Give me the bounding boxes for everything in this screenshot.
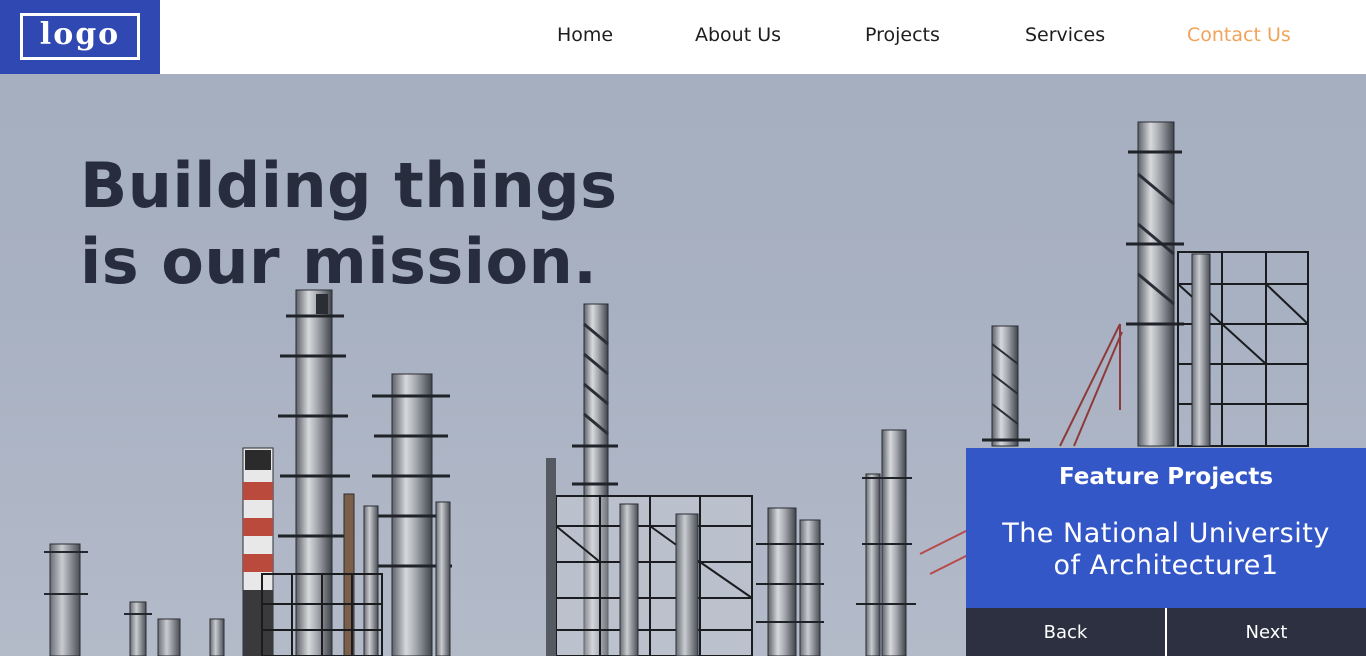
- feature-nav: Back Next: [966, 608, 1366, 656]
- hero-headline-line1: Building things: [80, 149, 618, 222]
- site-header: logo Home About Us Projects Services Con…: [0, 0, 1366, 74]
- nav-projects[interactable]: Projects: [865, 24, 940, 46]
- feature-title: Feature Projects: [1058, 464, 1274, 490]
- feature-projects-panel: Feature Projects The National University…: [966, 448, 1366, 656]
- main-nav: Home About Us Projects Services Contact …: [0, 0, 1366, 74]
- nav-services[interactable]: Services: [1025, 24, 1105, 46]
- next-button[interactable]: Next: [1167, 608, 1366, 656]
- feature-project-line1: The National University: [1002, 518, 1330, 549]
- nav-contact-us[interactable]: Contact Us: [1187, 24, 1291, 46]
- feature-projects-header: Feature Projects The National University…: [966, 448, 1366, 608]
- nav-home[interactable]: Home: [557, 24, 613, 46]
- hero-headline: Building things is our mission.: [80, 148, 618, 300]
- feature-project-line2: of Architecture1: [1053, 550, 1279, 581]
- nav-about-us[interactable]: About Us: [695, 24, 781, 46]
- hero-headline-line2: is our mission.: [80, 225, 598, 298]
- back-button[interactable]: Back: [966, 608, 1165, 656]
- feature-project-name[interactable]: The National University of Architecture1: [996, 518, 1336, 582]
